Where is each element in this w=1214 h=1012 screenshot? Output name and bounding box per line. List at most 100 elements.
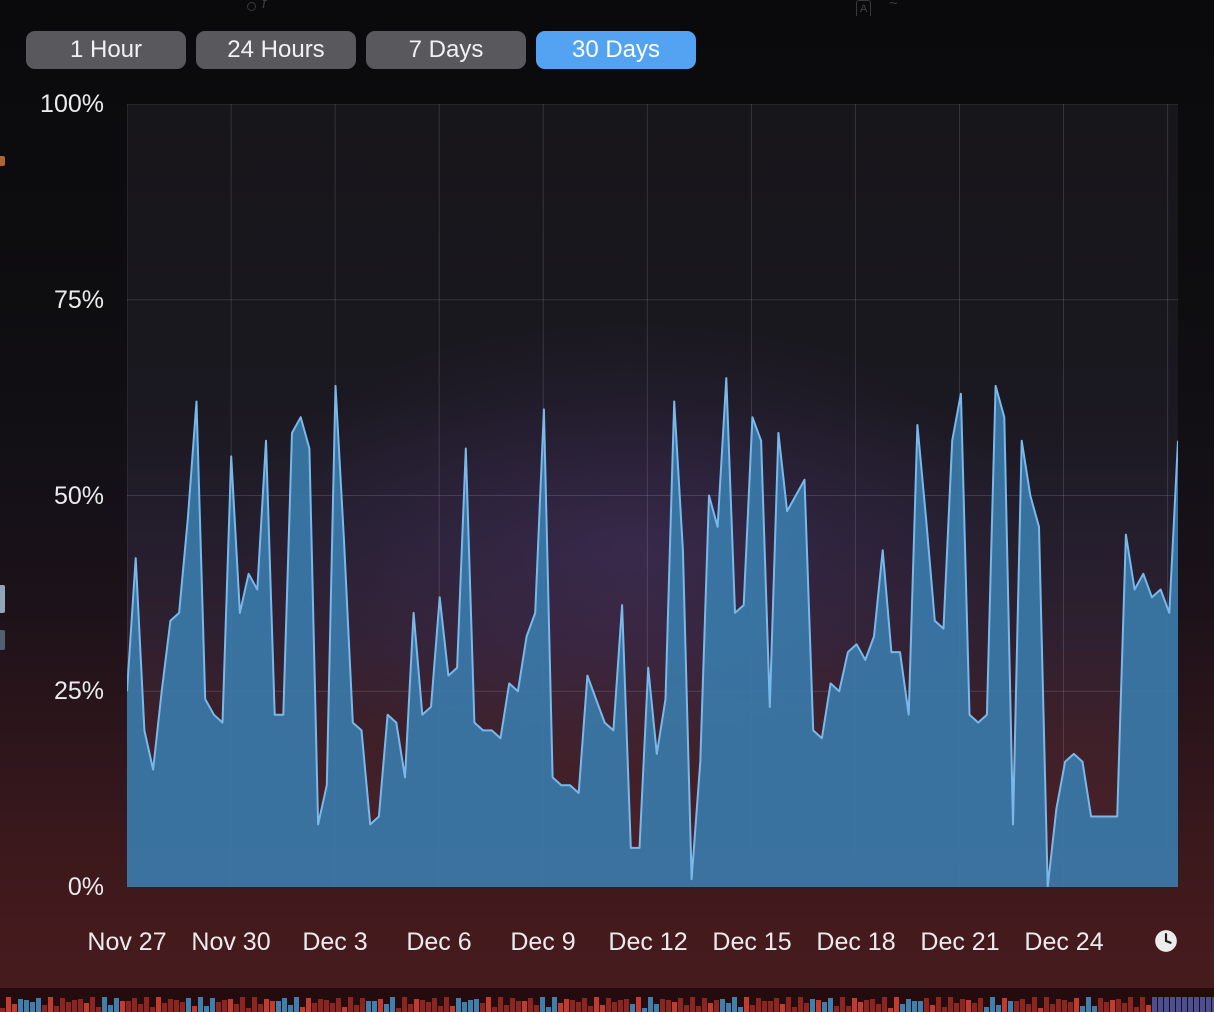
occluded-graph-bar <box>30 1002 35 1012</box>
occluded-graph-bar <box>990 997 995 1012</box>
occluded-graph-bar <box>870 999 875 1012</box>
screen-edge-artifact <box>0 156 5 166</box>
occluded-graph-bar <box>240 997 245 1012</box>
occluded-graph-bar <box>318 999 323 1012</box>
occluded-graph-bar <box>222 1000 227 1012</box>
occluded-graph-bar <box>552 997 557 1012</box>
occluded-graph-bar <box>1140 997 1145 1012</box>
occluded-graph-bar <box>420 1000 425 1012</box>
occluded-graph-bar <box>996 1005 1001 1012</box>
range-button-30-days[interactable]: 30 Days <box>536 31 696 69</box>
occluded-graph-bar <box>582 998 587 1012</box>
occluded-graph-bar <box>1050 1004 1055 1012</box>
occluded-graph-bar <box>1038 1008 1043 1012</box>
occluded-graph-bar <box>690 997 695 1012</box>
occluded-graph-bar <box>198 997 203 1012</box>
occluded-graph-bar <box>444 997 449 1012</box>
occluded-graph-bar <box>810 999 815 1012</box>
occluded-graph-bar <box>1020 999 1025 1012</box>
occluded-graph-bar <box>354 1005 359 1012</box>
occluded-graph-bar <box>288 1005 293 1012</box>
occluded-graph-bar <box>408 1004 413 1012</box>
occluded-graph-bar <box>246 1008 251 1012</box>
occluded-graph-bar <box>546 1007 551 1012</box>
occluded-graph-bar <box>702 998 707 1012</box>
occluded-graph-bar <box>1032 997 1037 1012</box>
screen-edge-artifact <box>0 630 5 650</box>
occluded-graph-bar <box>378 999 383 1012</box>
occluded-graph-bar <box>942 1007 947 1012</box>
range-button-7-days[interactable]: 7 Days <box>366 31 526 69</box>
occluded-graph-bar <box>252 997 257 1012</box>
occluded-graph-bar <box>714 1000 719 1012</box>
occluded-graph-bar <box>1014 1001 1019 1012</box>
occluded-graph-bar <box>24 1000 29 1012</box>
occluded-graph-bar <box>534 1005 539 1012</box>
occluded-graph-bar <box>816 1000 821 1012</box>
occluded-window-graph <box>0 988 1214 1012</box>
occluded-graph-bar <box>1152 997 1157 1012</box>
occluded-graph-bar <box>474 999 479 1012</box>
occluded-graph-bar <box>540 997 545 1012</box>
occluded-graph-bar <box>162 1003 167 1012</box>
screen-edge-artifact <box>0 585 5 613</box>
occluded-graph-bar <box>1008 1001 1013 1012</box>
occluded-graph-bar <box>762 1001 767 1012</box>
occluded-graph-bar <box>60 998 65 1012</box>
occluded-graph-bar <box>6 997 11 1012</box>
occluded-graph-bar <box>366 1001 371 1012</box>
occluded-graph-bar <box>264 999 269 1012</box>
occluded-graph-bar <box>1098 998 1103 1012</box>
occluded-graph-bar <box>966 1000 971 1012</box>
occluded-graph-bar <box>150 1007 155 1012</box>
occluded-graph-bar <box>78 999 83 1012</box>
usage-history-chart[interactable] <box>127 104 1178 887</box>
occluded-graph-bar <box>96 1007 101 1012</box>
occluded-graph-bar <box>468 1000 473 1012</box>
occluded-graph-bar <box>1176 997 1181 1012</box>
occluded-graph-bar <box>774 998 779 1012</box>
area-fill <box>127 378 1178 887</box>
occluded-menubar-squiggle-icon: ~ <box>889 0 898 12</box>
occluded-graph-bar <box>438 1006 443 1012</box>
occluded-graph-bar <box>1026 1004 1031 1012</box>
time-range-selector: 1 Hour 24 Hours 7 Days 30 Days <box>26 31 696 69</box>
occluded-graph-bar <box>402 997 407 1012</box>
occluded-graph-bar <box>654 1004 659 1012</box>
occluded-graph-bar <box>960 999 965 1012</box>
occluded-graph-bar <box>852 998 857 1012</box>
chart-canvas <box>127 104 1178 887</box>
occluded-graph-bar <box>348 997 353 1012</box>
occluded-graph-bar <box>42 1005 47 1012</box>
occluded-graph-bar <box>102 997 107 1012</box>
occluded-graph-bar <box>180 1002 185 1012</box>
occluded-graph-bar <box>630 1004 635 1012</box>
occluded-graph-bar <box>66 1002 71 1012</box>
y-axis-label-75: 75% <box>53 286 104 314</box>
occluded-graph-bar <box>696 1006 701 1012</box>
occluded-graph-bar <box>798 997 803 1012</box>
occluded-graph-bar <box>48 997 53 1012</box>
clock-icon[interactable] <box>1153 928 1179 954</box>
occluded-graph-bar <box>858 1002 863 1012</box>
occluded-graph-bar <box>144 997 149 1012</box>
occluded-graph-bar <box>342 1007 347 1012</box>
occluded-graph-bar <box>186 998 191 1012</box>
range-button-1-hour[interactable]: 1 Hour <box>26 31 186 69</box>
occluded-graph-bar <box>54 1006 59 1012</box>
occluded-graph-bar <box>666 1000 671 1012</box>
occluded-graph-bar <box>1002 998 1007 1012</box>
occluded-menubar-glyph: f <box>262 0 267 12</box>
occluded-graph-bar <box>792 1007 797 1012</box>
occluded-graph-bar <box>36 998 41 1012</box>
occluded-graph-bar <box>432 998 437 1012</box>
occluded-graph-bar <box>132 998 137 1012</box>
range-button-24-hours[interactable]: 24 Hours <box>196 31 356 69</box>
occluded-graph-bar <box>738 1007 743 1012</box>
occluded-graph-bar <box>522 1001 527 1012</box>
occluded-graph-bar <box>900 1004 905 1012</box>
occluded-graph-bar <box>384 1004 389 1012</box>
occluded-graph-bar <box>876 1004 881 1012</box>
occluded-graph-bar <box>72 1000 77 1012</box>
occluded-graph-bar <box>1110 1000 1115 1012</box>
